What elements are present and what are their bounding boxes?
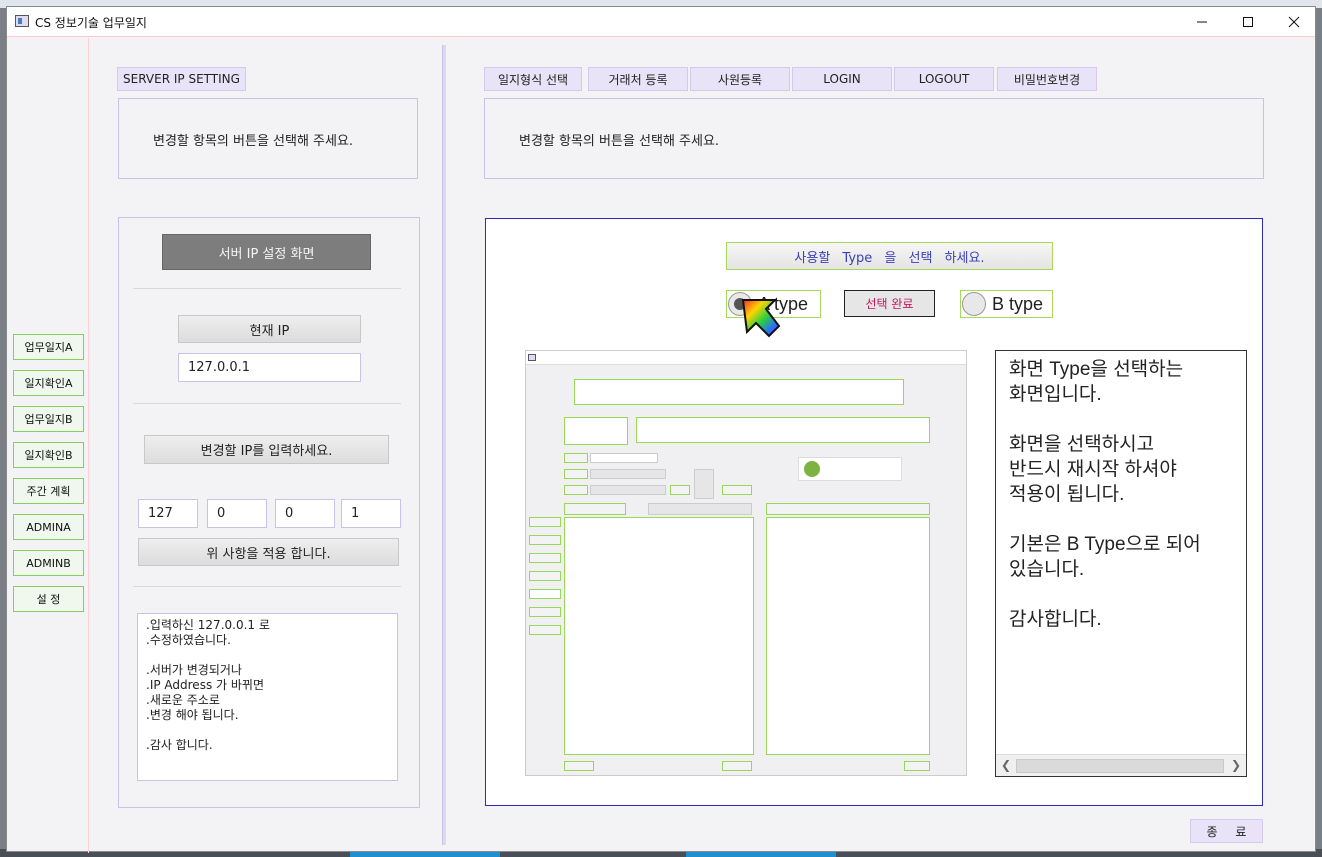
radio-unchecked-icon <box>962 292 986 316</box>
maximize-icon <box>1243 17 1253 27</box>
close-icon <box>1288 16 1300 28</box>
title-bar: CS 정보기술 업무일지 <box>7 7 1315 37</box>
message-line <box>146 723 389 738</box>
toolbar-hint-text: 변경할 항목의 버튼을 선택해 주세요. <box>519 134 720 149</box>
description-line: 화면 Type을 선택하는 <box>1009 359 1184 380</box>
tab-employee-register[interactable]: 사원등록 <box>690 67 790 91</box>
horizontal-scrollbar[interactable]: ❮ ❯ <box>996 754 1246 776</box>
radio-b-type[interactable]: B type <box>960 290 1053 318</box>
server-message-area[interactable]: .입력하신 127.0.0.1 로 .수정하였습니다. .서버가 변경되거나 .… <box>137 613 398 781</box>
ip-octet-4-input[interactable]: 1 <box>341 499 401 528</box>
message-line: .입력하신 127.0.0.1 로 <box>146 618 270 632</box>
divider <box>133 403 401 404</box>
server-ip-panel: 서버 IP 설정 화면 현재 IP 127.0.0.1 변경할 IP를 입력하세… <box>118 217 420 808</box>
tab-server-ip-setting[interactable]: SERVER IP SETTING <box>117 67 246 91</box>
sidebar-item-logcheck-a[interactable]: 일지확인A <box>13 370 84 396</box>
description-line: 기본은 B Type으로 되어 <box>1009 534 1201 555</box>
description-line: 적용이 됩니다. <box>1009 484 1125 505</box>
window-title: CS 정보기술 업무일지 <box>35 16 147 30</box>
tab-logout[interactable]: LOGOUT <box>894 67 994 91</box>
panel-splitter[interactable] <box>442 45 446 845</box>
current-ip-label: 현재 IP <box>178 315 361 343</box>
type-description-text: 화면 Type을 선택하는 화면입니다. 화면을 선택하시고 반드시 재시작 하… <box>1009 357 1239 632</box>
sidebar-item-worklog-a[interactable]: 업무일지A <box>13 334 84 360</box>
maximize-button[interactable] <box>1225 7 1271 37</box>
message-line: .IP Address 가 바뀌면 <box>146 678 264 692</box>
type-select-header: 사용할 Type 을 선택 하세요. <box>726 242 1053 270</box>
divider <box>133 288 401 289</box>
divider <box>133 586 401 587</box>
type-select-panel: 사용할 Type 을 선택 하세요. A type 선택 완료 B type 화… <box>485 218 1263 806</box>
description-line: 화면을 선택하시고 <box>1009 434 1155 455</box>
message-line: .서버가 변경되거나 <box>146 663 242 677</box>
tab-change-password[interactable]: 비밀번호변경 <box>997 67 1097 91</box>
description-line: 반드시 재시작 하셔야 <box>1009 459 1177 480</box>
minimize-icon <box>1197 21 1207 23</box>
message-line: .새로운 주소로 <box>146 693 220 707</box>
scroll-left-icon[interactable]: ❮ <box>1001 758 1011 772</box>
server-ip-screen-title: 서버 IP 설정 화면 <box>162 234 371 270</box>
sidebar-item-logcheck-b[interactable]: 일지확인B <box>13 442 84 468</box>
type-description-box[interactable]: 화면 Type을 선택하는 화면입니다. 화면을 선택하시고 반드시 재시작 하… <box>995 350 1247 777</box>
description-line: 감사합니다. <box>1009 609 1102 630</box>
exit-button[interactable]: 종 료 <box>1190 819 1263 843</box>
scroll-right-icon[interactable]: ❯ <box>1231 758 1241 772</box>
toolbar-hint-box: 변경할 항목의 버튼을 선택해 주세요. <box>484 98 1264 179</box>
type-preview-image <box>525 350 967 776</box>
sidebar-item-worklog-b[interactable]: 업무일지B <box>13 406 84 432</box>
scrollbar-thumb[interactable] <box>1016 759 1224 773</box>
app-icon <box>15 15 29 27</box>
server-hint-text: 변경할 항목의 버튼을 선택해 주세요. <box>153 134 354 149</box>
tab-login[interactable]: LOGIN <box>792 67 892 91</box>
sidebar-item-weekly-plan[interactable]: 주간 계획 <box>13 478 84 504</box>
ip-octet-1-input[interactable]: 127 <box>138 499 198 528</box>
apply-button[interactable]: 위 사항을 적용 합니다. <box>138 538 399 566</box>
description-line <box>1009 407 1239 432</box>
tab-client-register[interactable]: 거래처 등록 <box>588 67 688 91</box>
cursor-icon <box>741 299 781 338</box>
sidebar-item-settings[interactable]: 설 정 <box>13 586 84 612</box>
left-sidebar: 업무일지A 일지확인A 업무일지B 일지확인B 주간 계획 ADMINA ADM… <box>7 38 89 853</box>
ip-input-prompt: 변경할 IP를 입력하세요. <box>144 435 389 464</box>
radio-b-label: B type <box>992 293 1044 314</box>
minimize-button[interactable] <box>1179 7 1225 37</box>
app-window: CS 정보기술 업무일지 업무일지A 일지확인A 업무일지B 일지확인B 주간 … <box>6 6 1316 853</box>
description-line: 있습니다. <box>1009 559 1085 580</box>
tab-log-format[interactable]: 일지형식 선택 <box>484 67 582 91</box>
sidebar-item-admin-a[interactable]: ADMINA <box>13 514 84 540</box>
description-line <box>1009 507 1239 532</box>
description-line <box>1009 582 1239 607</box>
message-line <box>146 648 389 663</box>
sidebar-item-admin-b[interactable]: ADMINB <box>13 550 84 576</box>
server-hint-box: 변경할 항목의 버튼을 선택해 주세요. <box>118 98 418 179</box>
ip-octet-2-input[interactable]: 0 <box>207 499 267 528</box>
close-button[interactable] <box>1271 7 1317 37</box>
ip-octet-3-input[interactable]: 0 <box>275 499 335 528</box>
current-ip-field[interactable]: 127.0.0.1 <box>178 353 361 382</box>
select-done-button[interactable]: 선택 완료 <box>844 290 935 317</box>
message-line: .감사 합니다. <box>146 738 213 752</box>
description-line: 화면입니다. <box>1009 384 1102 405</box>
message-line: .수정하였습니다. <box>146 633 231 647</box>
message-line: .변경 해야 됩니다. <box>146 708 239 722</box>
